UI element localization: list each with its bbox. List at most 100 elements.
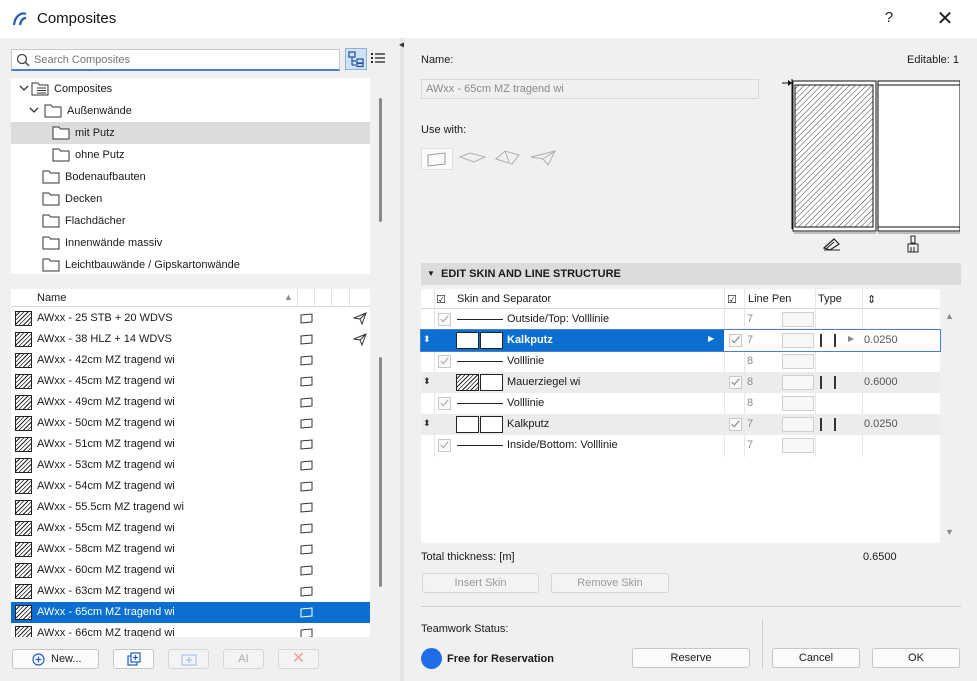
reserve-button[interactable]: Reserve — [632, 648, 750, 668]
cancel-button[interactable]: Cancel — [772, 648, 860, 668]
close-button[interactable]: ✕ — [935, 6, 955, 31]
skin-fill-swatch-right[interactable] — [480, 374, 503, 391]
chevron-down-icon[interactable] — [28, 104, 40, 116]
list-item[interactable]: AWxx - 38 HLZ + 14 WDVS — [11, 329, 370, 350]
drag-handle-icon[interactable]: ⬍ — [423, 376, 431, 387]
line-type-preview[interactable] — [782, 396, 814, 411]
line-pen-value[interactable]: 8 — [747, 397, 753, 409]
scroll-up-arrow-icon[interactable]: ▲ — [945, 311, 954, 321]
line-pen-value[interactable]: 8 — [747, 376, 753, 388]
list-item[interactable]: AWxx - 50cm MZ tragend wi — [11, 413, 370, 434]
use-with-shell-toggle[interactable] — [528, 148, 560, 170]
skin-fill-swatch-right[interactable] — [480, 416, 503, 433]
list-item[interactable]: AWxx - 66cm MZ tragend wi — [11, 623, 370, 637]
scroll-down-arrow-icon[interactable]: ▼ — [945, 527, 954, 537]
import-button[interactable] — [168, 649, 209, 669]
new-button[interactable]: New... — [12, 649, 99, 669]
delete-button[interactable]: ✕ — [278, 649, 319, 669]
tree-item[interactable]: ohne Putz — [11, 144, 370, 166]
duplicate-button[interactable] — [113, 649, 154, 669]
tree-item[interactable]: mit Putz — [11, 122, 370, 144]
list-item[interactable]: AWxx - 51cm MZ tragend wi — [11, 434, 370, 455]
skin-row[interactable]: ⬍ Mauerziegel wi 0.6000 8 — [421, 372, 940, 393]
line-pen-value[interactable]: 7 — [747, 313, 753, 325]
line-pen-value[interactable]: 7 — [747, 418, 753, 430]
skin-fill-swatch[interactable] — [456, 374, 479, 391]
skin-fill-swatch[interactable] — [456, 332, 479, 349]
hatch-swatch-icon — [15, 479, 32, 494]
line-type-preview[interactable] — [782, 312, 814, 327]
list-item[interactable]: AWxx - 63cm MZ tragend wi — [11, 581, 370, 602]
use-with-roof-toggle[interactable] — [492, 148, 524, 170]
line-visible-checkbox[interactable] — [438, 439, 451, 452]
tree-item[interactable]: Leichtbauwände / Gipskartonwände — [11, 254, 370, 274]
list-item[interactable]: AWxx - 49cm MZ tragend wi — [11, 392, 370, 413]
tree-item[interactable]: Außenwände — [11, 100, 370, 122]
line-visible-checkbox[interactable] — [438, 313, 451, 326]
line-pen-value[interactable]: 7 — [747, 439, 753, 451]
skin-row[interactable]: ⬍ Kalkputz 0.0250 7 — [421, 414, 940, 435]
skin-structure-section-header[interactable]: ▼ EDIT SKIN AND LINE STRUCTURE — [421, 263, 961, 285]
tree-view-button[interactable] — [345, 48, 367, 70]
line-visible-checkbox[interactable] — [438, 397, 451, 410]
type-expand-arrow-icon[interactable]: ▶ — [848, 334, 854, 343]
tree-item[interactable]: Decken — [11, 188, 370, 210]
ok-button[interactable]: OK — [872, 648, 960, 668]
remove-skin-button[interactable]: Remove Skin — [551, 573, 669, 593]
list-item[interactable]: AWxx - 54cm MZ tragend wi — [11, 476, 370, 497]
skin-visible-checkbox[interactable] — [729, 418, 742, 431]
use-with-slab-toggle[interactable] — [457, 148, 489, 170]
help-button[interactable]: ? — [881, 9, 897, 26]
skin-row[interactable]: ⬍ Kalkputz 0.0250 7 ▶ ▶ — [420, 329, 941, 352]
list-item[interactable]: AWxx - 55cm MZ tragend wi — [11, 518, 370, 539]
name-column-header[interactable]: Name — [37, 292, 66, 304]
list-view-button[interactable] — [368, 48, 390, 70]
tree-item[interactable]: Flachdächer — [11, 210, 370, 232]
list-item[interactable]: AWxx - 55.5cm MZ tragend wi — [11, 497, 370, 518]
skin-fill-swatch-right[interactable] — [480, 332, 503, 349]
line-type-preview[interactable] — [782, 438, 814, 453]
list-scrollbar[interactable] — [379, 357, 382, 587]
line-type-preview[interactable] — [782, 333, 814, 348]
skin-visible-checkbox[interactable] — [729, 376, 742, 389]
skin-type-icon[interactable] — [820, 334, 836, 347]
skin-thickness[interactable]: 0.0250 — [864, 418, 898, 430]
composite-name-field[interactable]: AWxx - 65cm MZ tragend wi — [421, 79, 759, 99]
separator-row[interactable]: Outside/Top: Volllinie 7 — [421, 309, 940, 330]
line-pen-value[interactable]: 7 — [747, 334, 753, 346]
separator-row[interactable]: Volllinie 8 — [421, 351, 940, 372]
list-item[interactable]: AWxx - 58cm MZ tragend wi — [11, 539, 370, 560]
search-input[interactable] — [34, 52, 334, 68]
line-type-preview[interactable] — [782, 354, 814, 369]
list-item[interactable]: AWxx - 25 STB + 20 WDVS — [11, 308, 370, 329]
chevron-down-icon[interactable] — [18, 82, 30, 94]
tree-scrollbar[interactable] — [379, 98, 382, 222]
drag-handle-icon[interactable]: ⬍ — [423, 418, 431, 429]
list-item[interactable]: AWxx - 42cm MZ tragend wi — [11, 350, 370, 371]
tree-item[interactable]: Innenwände massiv — [11, 232, 370, 254]
use-with-wall-toggle[interactable] — [421, 148, 453, 170]
insert-skin-button[interactable]: Insert Skin — [422, 573, 539, 593]
sort-ascending-icon[interactable]: ▲ — [284, 292, 293, 302]
list-item[interactable]: AWxx - 65cm MZ tragend wi — [11, 602, 370, 623]
rename-button[interactable]: AI — [223, 649, 264, 669]
skin-fill-swatch[interactable] — [456, 416, 479, 433]
list-item[interactable]: AWxx - 45cm MZ tragend wi — [11, 371, 370, 392]
separator-row[interactable]: Volllinie 8 — [421, 393, 940, 414]
line-pen-value[interactable]: 8 — [747, 355, 753, 367]
skin-thickness[interactable]: 0.0250 — [864, 334, 898, 346]
expand-arrow-icon[interactable]: ▶ — [708, 334, 714, 343]
skin-visible-checkbox[interactable] — [729, 334, 742, 347]
skin-type-icon[interactable] — [820, 418, 836, 431]
skin-thickness[interactable]: 0.6000 — [864, 376, 898, 388]
list-item[interactable]: AWxx - 53cm MZ tragend wi — [11, 455, 370, 476]
separator-row[interactable]: Inside/Bottom: Volllinie 7 — [421, 435, 940, 456]
drag-handle-icon[interactable]: ⬍ — [423, 334, 431, 345]
tree-item[interactable]: Composites — [11, 78, 370, 100]
line-visible-checkbox[interactable] — [438, 355, 451, 368]
line-type-preview[interactable] — [782, 417, 814, 432]
line-type-preview[interactable] — [782, 375, 814, 390]
list-item[interactable]: AWxx - 60cm MZ tragend wi — [11, 560, 370, 581]
skin-type-icon[interactable] — [820, 376, 836, 389]
tree-item[interactable]: Bodenaufbauten — [11, 166, 370, 188]
